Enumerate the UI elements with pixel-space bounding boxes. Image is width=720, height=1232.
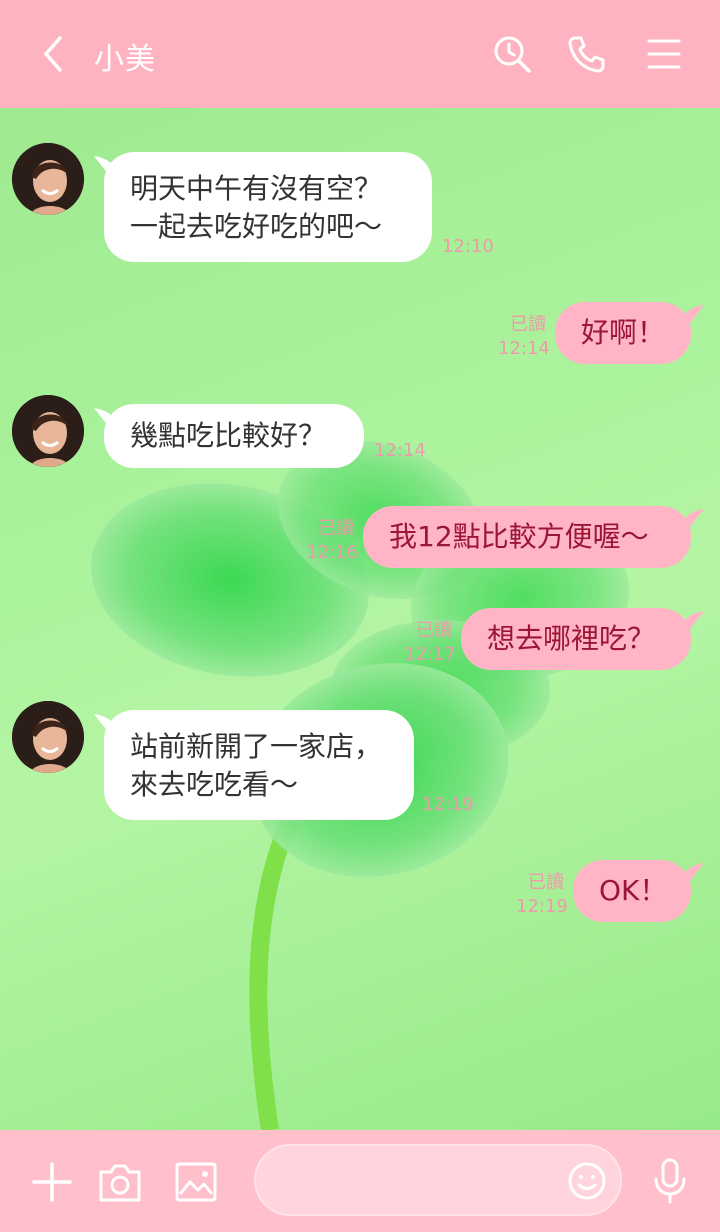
bubble-tail bbox=[682, 509, 704, 527]
phone-icon bbox=[568, 36, 605, 73]
message-bubble-outgoing[interactable]: 好啊！ bbox=[555, 302, 691, 364]
menu-button[interactable] bbox=[642, 32, 686, 76]
message-time: 12:19 bbox=[516, 896, 568, 917]
avatar[interactable] bbox=[12, 395, 84, 467]
message-time: 12:16 bbox=[306, 542, 358, 563]
emoji-button[interactable] bbox=[566, 1160, 608, 1202]
message-time: 12:10 bbox=[442, 236, 494, 257]
read-receipt: 已讀 bbox=[528, 872, 564, 893]
message-input[interactable] bbox=[280, 1158, 564, 1204]
message-time: 12:14 bbox=[498, 338, 550, 359]
person-avatar-icon bbox=[12, 143, 84, 215]
read-receipt: 已讀 bbox=[416, 620, 452, 641]
message-input-box[interactable] bbox=[254, 1144, 622, 1216]
plus-icon bbox=[32, 1162, 72, 1202]
camera-icon bbox=[99, 1164, 141, 1202]
read-receipt: 已讀 bbox=[510, 314, 546, 335]
person-avatar-icon bbox=[12, 701, 84, 773]
add-button[interactable] bbox=[28, 1158, 76, 1206]
chat-screen: 小美 明天中午有沒有空？ 一起去吃好吃的吧～ 12:10 已讀 12:14 好啊… bbox=[0, 0, 720, 1232]
message-time: 12:19 bbox=[422, 794, 474, 815]
call-button[interactable] bbox=[565, 32, 609, 76]
avatar[interactable] bbox=[12, 701, 84, 773]
avatar[interactable] bbox=[12, 143, 84, 215]
message-bubble-outgoing[interactable]: OK！ bbox=[573, 860, 691, 922]
smiley-icon bbox=[568, 1162, 606, 1200]
chevron-left-icon bbox=[43, 36, 62, 72]
bubble-tail bbox=[682, 611, 704, 629]
image-button[interactable] bbox=[172, 1158, 220, 1206]
message-time: 12:14 bbox=[374, 440, 426, 461]
bubble-tail bbox=[682, 863, 704, 881]
message-bubble-outgoing[interactable]: 我12點比較方便喔～ bbox=[363, 506, 691, 568]
search-button[interactable] bbox=[490, 32, 534, 76]
message-time: 12:17 bbox=[404, 644, 456, 665]
menu-icon bbox=[647, 39, 681, 69]
back-button[interactable] bbox=[30, 30, 76, 78]
person-avatar-icon bbox=[12, 395, 84, 467]
message-bubble-incoming[interactable]: 明天中午有沒有空？ 一起去吃好吃的吧～ bbox=[104, 152, 432, 262]
message-bubble-incoming[interactable]: 站前新開了一家店， 來去吃吃看～ bbox=[104, 710, 414, 820]
bubble-tail bbox=[682, 305, 704, 323]
camera-button[interactable] bbox=[96, 1158, 144, 1206]
voice-button[interactable] bbox=[646, 1156, 694, 1206]
microphone-icon bbox=[654, 1158, 686, 1204]
search-icon bbox=[494, 36, 531, 73]
chat-title: 小美 bbox=[94, 42, 156, 77]
message-bubble-outgoing[interactable]: 想去哪裡吃？ bbox=[461, 608, 691, 670]
read-receipt: 已讀 bbox=[318, 518, 354, 539]
chat-header: 小美 bbox=[0, 0, 720, 108]
message-bubble-incoming[interactable]: 幾點吃比較好？ bbox=[104, 404, 364, 468]
image-icon bbox=[175, 1162, 217, 1202]
